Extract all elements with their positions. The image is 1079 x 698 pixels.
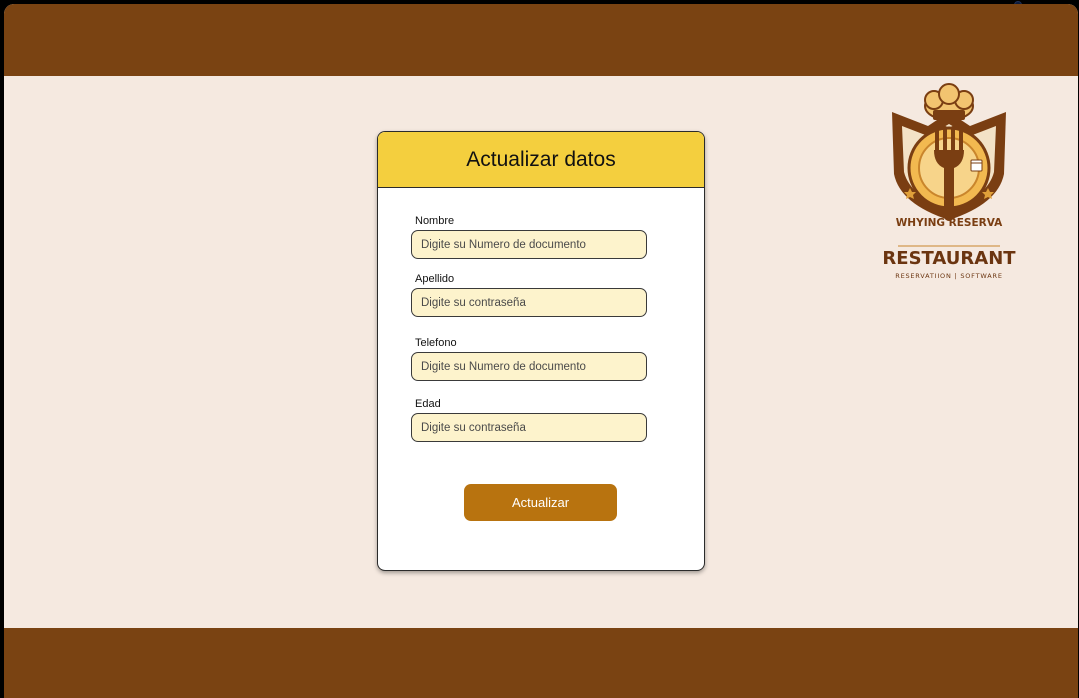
logo-tagline: RESERVATIION | SOFTWARE: [895, 272, 1002, 280]
actualizar-button[interactable]: Actualizar: [464, 484, 617, 521]
update-form-card: Actualizar datos Nombre Apellido Telefon…: [377, 131, 705, 571]
card-header: Actualizar datos: [378, 132, 704, 188]
form-title: Actualizar datos: [466, 147, 616, 171]
main-area: Actualizar datos Nombre Apellido Telefon…: [4, 76, 1078, 628]
logo-name: RESTAURANT: [882, 248, 1016, 269]
top-bar: [4, 4, 1078, 76]
edad-label: Edad: [415, 398, 441, 410]
telefono-label: Telefono: [415, 337, 457, 349]
app-window: Actualizar datos Nombre Apellido Telefon…: [4, 4, 1078, 698]
bottom-bar: [4, 628, 1078, 698]
nombre-label: Nombre: [415, 215, 455, 227]
edad-input[interactable]: [411, 413, 647, 442]
apellido-input[interactable]: [411, 288, 647, 317]
telefono-input[interactable]: [411, 352, 647, 381]
restaurant-logo: WHYING RESERVA RESTAURANT RESERVATIION |…: [882, 83, 1016, 280]
nombre-input[interactable]: [411, 230, 647, 259]
logo-arc-text: WHYING RESERVA: [896, 217, 1003, 229]
apellido-label: Apellido: [415, 273, 455, 285]
